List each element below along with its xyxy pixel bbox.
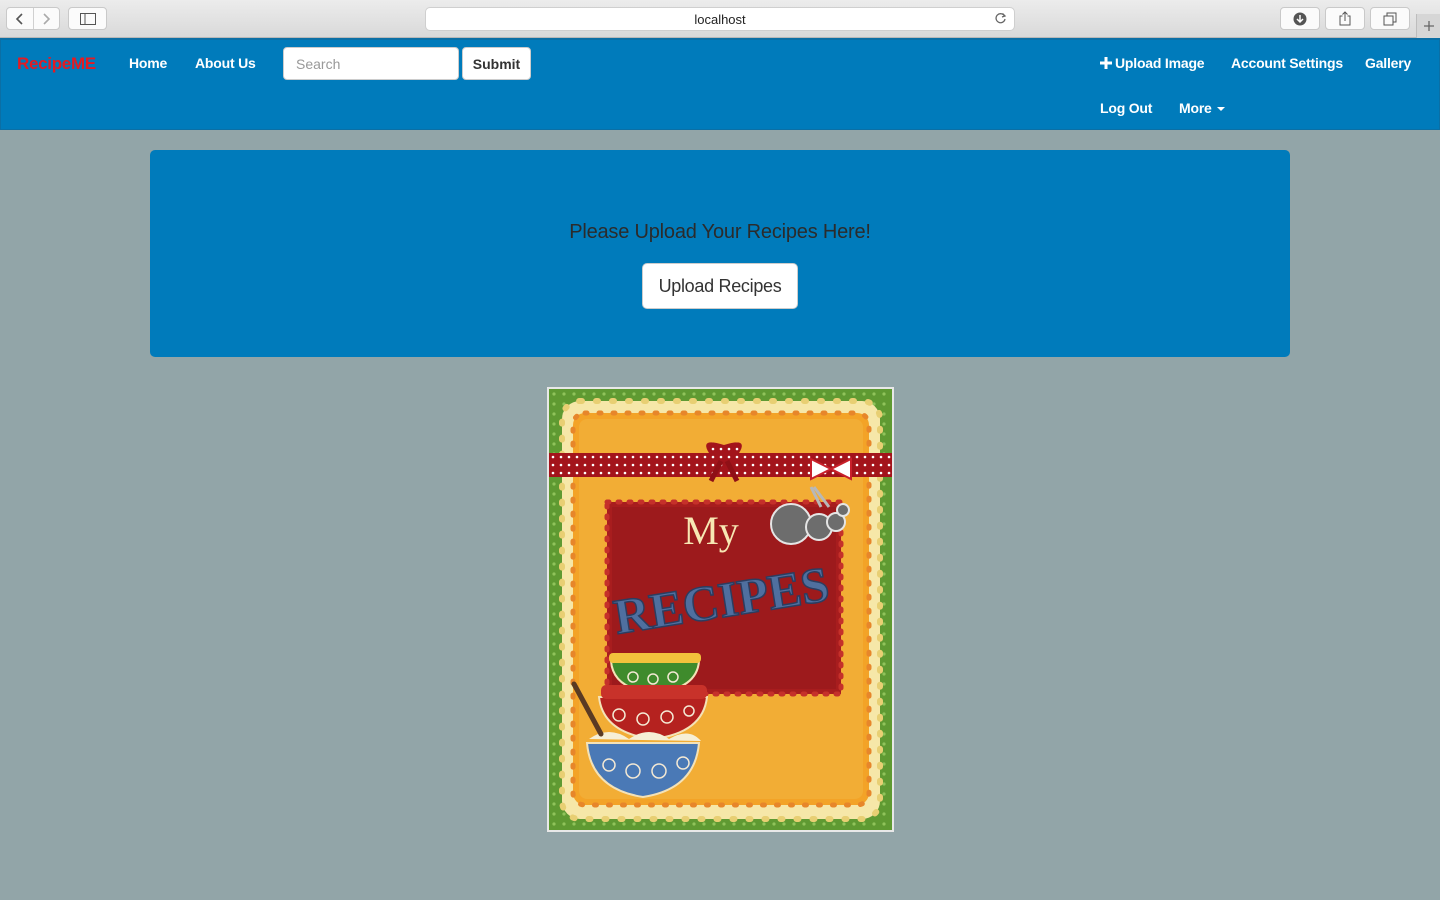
plus-icon — [1100, 57, 1112, 69]
back-icon[interactable] — [7, 8, 33, 29]
reload-icon[interactable] — [994, 12, 1007, 28]
url-text: localhost — [694, 11, 746, 27]
site-navbar: RecipeME Home About Us Submit Upload Ima… — [0, 38, 1440, 130]
upload-jumbotron: Please Upload Your Recipes Here! Upload … — [150, 150, 1290, 357]
submit-button[interactable]: Submit — [462, 47, 531, 80]
nav-upload-image[interactable]: Upload Image — [1100, 55, 1205, 71]
recipe-card-title-my: My — [683, 508, 739, 553]
caret-down-icon — [1216, 107, 1225, 112]
tabs-icon[interactable] — [1370, 7, 1410, 30]
nav-more-dropdown[interactable]: More — [1179, 100, 1225, 116]
nav-account-settings[interactable]: Account Settings — [1231, 55, 1343, 71]
nav-home[interactable]: Home — [129, 55, 167, 71]
brand-logo[interactable]: RecipeME — [17, 54, 96, 74]
upload-recipes-button[interactable]: Upload Recipes — [642, 263, 798, 309]
new-tab-icon[interactable] — [1416, 14, 1440, 38]
nav-upload-image-label: Upload Image — [1115, 55, 1205, 71]
download-icon[interactable] — [1280, 7, 1320, 30]
address-bar[interactable]: localhost — [425, 7, 1015, 31]
jumbotron-heading: Please Upload Your Recipes Here! — [569, 221, 871, 243]
nav-log-out[interactable]: Log Out — [1100, 100, 1152, 116]
history-nav — [6, 7, 60, 30]
forward-icon[interactable] — [32, 8, 59, 29]
sidebar-icon[interactable] — [68, 7, 107, 30]
my-recipes-image: My RECIPES — [547, 387, 894, 832]
browser-toolbar: localhost — [0, 0, 1440, 38]
nav-about-us[interactable]: About Us — [195, 55, 256, 71]
nav-gallery[interactable]: Gallery — [1365, 55, 1411, 71]
share-icon[interactable] — [1325, 7, 1365, 30]
search-input[interactable] — [283, 47, 459, 80]
nav-more-label: More — [1179, 100, 1212, 116]
